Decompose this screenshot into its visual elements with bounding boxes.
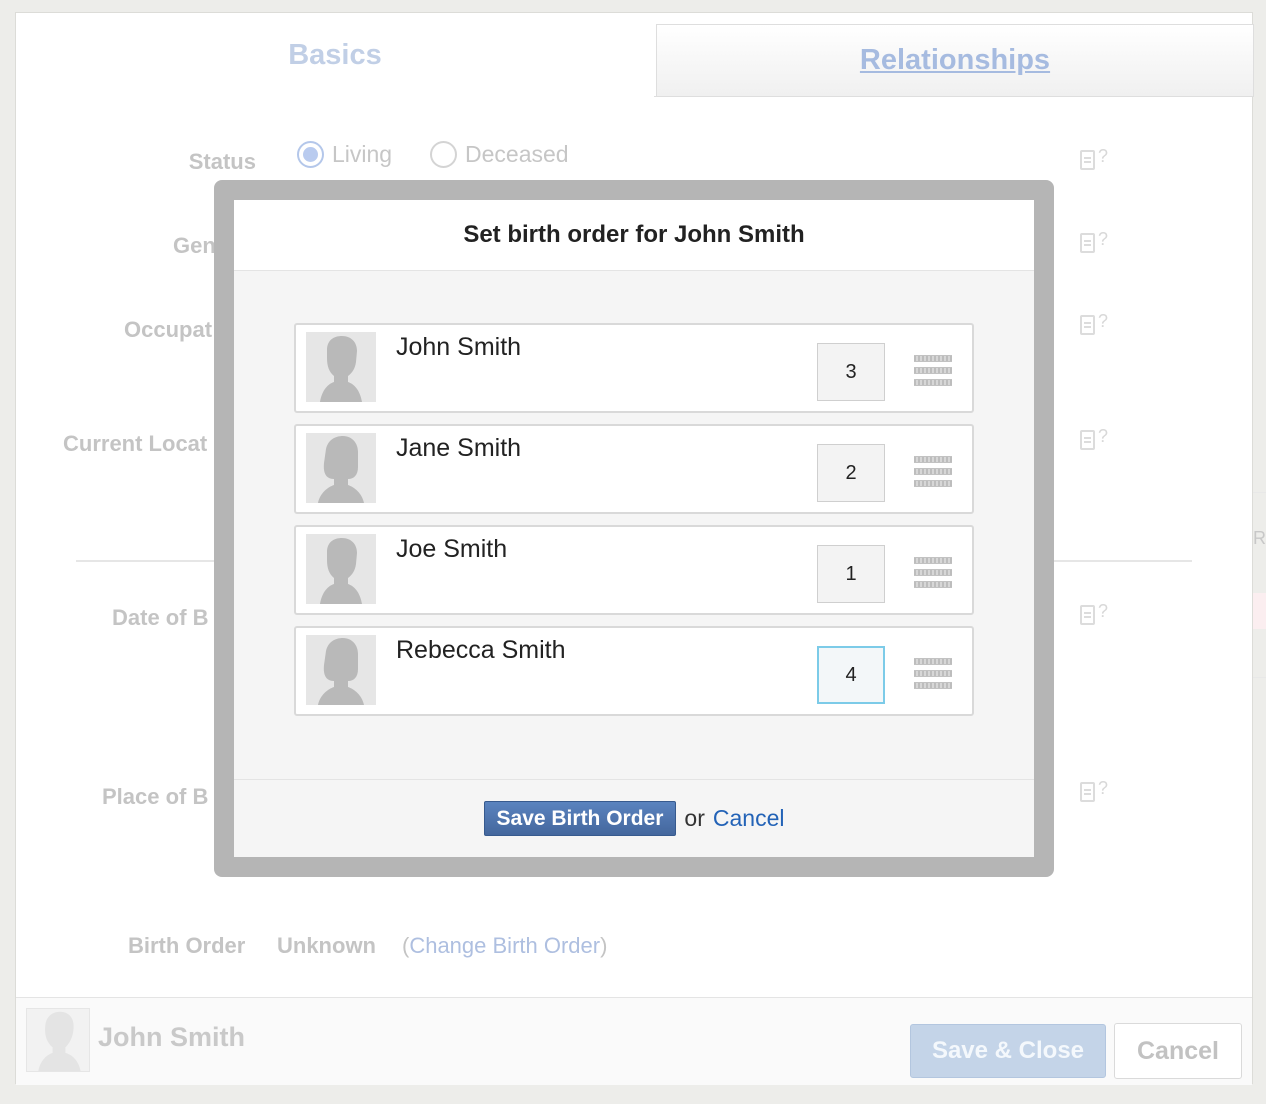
edge-text: R	[1253, 528, 1266, 548]
date-of-birth-label: Date of B	[112, 605, 209, 630]
tab-relationships[interactable]: Relationships	[656, 24, 1254, 97]
drag-handle-icon[interactable]	[914, 456, 952, 489]
avatar	[306, 332, 376, 402]
birth-order-value: Unknown	[277, 933, 376, 958]
help-page-icon	[1080, 315, 1095, 335]
status-deceased-label: Deceased	[465, 141, 569, 167]
person-silhouette-icon	[318, 436, 364, 503]
help-icon[interactable]: ?	[1080, 146, 1110, 171]
person-silhouette-icon	[38, 1011, 81, 1071]
help-page-icon	[1080, 782, 1095, 802]
birth-order-dialog-frame: Set birth order for John Smith John Smit…	[214, 180, 1054, 877]
status-living-label: Living	[332, 141, 393, 167]
change-birth-order-link[interactable]: Change Birth Order	[409, 933, 600, 958]
radio-selected-icon	[297, 141, 324, 168]
drag-handle-icon[interactable]	[914, 658, 952, 691]
drag-handle-icon[interactable]	[914, 355, 952, 388]
help-icon[interactable]: ?	[1080, 426, 1110, 451]
radio-unselected-icon	[430, 141, 457, 168]
sibling-row[interactable]: John Smith 3	[294, 323, 974, 413]
avatar	[306, 534, 376, 604]
dialog-title: Set birth order for John Smith	[234, 200, 1034, 271]
sibling-row[interactable]: Rebecca Smith 4	[294, 626, 974, 716]
status-living-radio[interactable]: Living	[297, 141, 392, 168]
sibling-list: John Smith 3 Jane Smith 2 Joe Smith 1 Re…	[294, 323, 974, 727]
or-text: or	[684, 805, 705, 831]
sibling-row[interactable]: Joe Smith 1	[294, 525, 974, 615]
help-icon[interactable]: ?	[1080, 311, 1110, 336]
birth-order-input[interactable]: 2	[817, 444, 885, 502]
status-deceased-radio[interactable]: Deceased	[430, 141, 569, 168]
sibling-row[interactable]: Jane Smith 2	[294, 424, 974, 514]
birth-order-dialog: Set birth order for John Smith John Smit…	[234, 200, 1034, 857]
sibling-name: Joe Smith	[396, 535, 508, 563]
help-page-icon	[1080, 150, 1095, 170]
tab-divider	[654, 96, 1252, 97]
save-birth-order-button[interactable]: Save Birth Order	[483, 801, 677, 836]
cancel-button[interactable]: Cancel	[1114, 1023, 1242, 1079]
avatar	[26, 1008, 90, 1072]
sibling-name: John Smith	[396, 333, 522, 361]
help-icon[interactable]: ?	[1080, 778, 1110, 803]
occupation-label: Occupat	[124, 317, 213, 342]
place-of-birth-label: Place of B	[102, 784, 209, 809]
avatar	[306, 635, 376, 705]
birth-order-input[interactable]: 3	[817, 343, 885, 401]
help-page-icon	[1080, 430, 1095, 450]
help-page-icon	[1080, 233, 1095, 253]
help-icon[interactable]: ?	[1080, 229, 1110, 254]
change-birth-order: (Change Birth Order)	[402, 933, 608, 958]
person-name: John Smith	[98, 1022, 245, 1052]
status-label: Status	[188, 149, 256, 174]
sibling-name: Rebecca Smith	[396, 636, 566, 664]
current-location-label: Current Locat	[63, 431, 208, 456]
person-silhouette-icon	[320, 336, 362, 402]
tab-basics[interactable]: Basics	[16, 13, 654, 97]
cancel-link[interactable]: Cancel	[713, 805, 785, 832]
save-close-button[interactable]: Save & Close	[910, 1024, 1106, 1078]
edge-panel	[1253, 492, 1266, 678]
help-page-icon	[1080, 605, 1095, 625]
birth-order-input[interactable]: 1	[817, 545, 885, 603]
avatar	[306, 433, 376, 503]
person-silhouette-icon	[318, 638, 364, 705]
birth-order-input[interactable]: 4	[817, 646, 885, 704]
drag-handle-icon[interactable]	[914, 557, 952, 590]
person-silhouette-icon	[320, 538, 362, 604]
sibling-name: Jane Smith	[396, 434, 522, 462]
editor-footer: John Smith Save & Close Cancel	[16, 997, 1252, 1085]
help-icon[interactable]: ?	[1080, 601, 1110, 626]
dialog-footer: Save Birth Order or Cancel	[234, 779, 1034, 857]
birth-order-label: Birth Order	[128, 933, 246, 958]
